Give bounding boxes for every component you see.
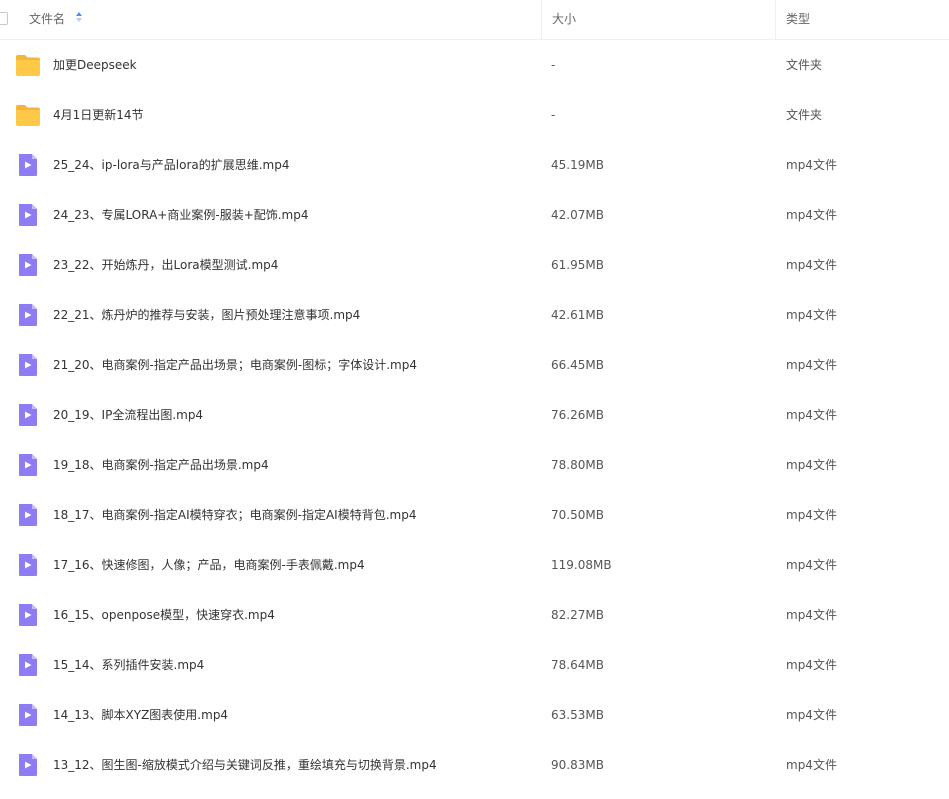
file-size: 78.64MB [551,658,604,672]
file-size: 63.53MB [551,708,604,722]
file-row[interactable]: 16_15、openpose模型，快速穿衣.mp4 82.27MB mp4文件 [0,590,949,640]
folder-icon [15,52,41,78]
file-size: 90.83MB [551,758,604,772]
file-type: mp4文件 [786,408,837,422]
file-list-header: 文件名 大小 类型 [0,0,949,40]
file-type: mp4文件 [786,358,837,372]
video-file-icon [15,702,41,728]
file-size: 66.45MB [551,358,604,372]
file-name[interactable]: 4月1日更新14节 [53,90,144,140]
video-file-icon [15,552,41,578]
file-row[interactable]: 22_21、炼丹炉的推荐与安装，图片预处理注意事项.mp4 42.61MB mp4文… [0,290,949,340]
file-row[interactable]: 14_13、脚本XYZ图表使用.mp4 63.53MB mp4文件 [0,690,949,740]
video-file-icon [15,402,41,428]
video-file-icon [15,602,41,628]
file-name[interactable]: 14_13、脚本XYZ图表使用.mp4 [53,690,228,740]
file-type: mp4文件 [786,558,837,572]
file-name[interactable]: 21_20、电商案例-指定产品出场景；电商案例-图标；字体设计.mp4 [53,340,417,390]
folder-row[interactable]: 加更Deepseek - 文件夹 [0,40,949,90]
video-file-icon [15,752,41,778]
file-name[interactable]: 24_23、专属LORA+商业案例-服装+配饰.mp4 [53,190,309,240]
column-header-name[interactable]: 文件名 [29,0,82,39]
file-type: mp4文件 [786,258,837,272]
file-size: - [551,58,556,72]
file-size: 42.61MB [551,308,604,322]
file-list: 文件名 大小 类型 加更Deepseek - 文件夹 4月1日更新14节 - 文件夹 2… [0,0,949,799]
file-name[interactable]: 17_16、快速修图，人像；产品，电商案例-手表佩戴.mp4 [53,540,365,590]
file-size: 119.08MB [551,558,612,572]
file-row[interactable]: 15_14、系列插件安装.mp4 78.64MB mp4文件 [0,640,949,690]
file-type: 文件夹 [786,58,823,72]
file-row[interactable]: 20_19、IP全流程出图.mp4 76.26MB mp4文件 [0,390,949,440]
file-type: mp4文件 [786,508,837,522]
video-file-icon [15,202,41,228]
folder-icon [15,102,41,128]
file-size: 78.80MB [551,458,604,472]
video-file-icon [15,252,41,278]
file-size: 76.26MB [551,408,604,422]
file-type: 文件夹 [786,108,823,122]
file-size: 42.07MB [551,208,604,222]
file-name[interactable]: 15_14、系列插件安装.mp4 [53,640,204,690]
column-header-name-label: 文件名 [29,12,66,26]
video-file-icon [15,152,41,178]
sort-icon[interactable] [75,0,82,38]
video-file-icon [15,502,41,528]
file-type: mp4文件 [786,458,837,472]
file-type: mp4文件 [786,208,837,222]
file-type: mp4文件 [786,708,837,722]
folder-row[interactable]: 4月1日更新14节 - 文件夹 [0,90,949,140]
file-name[interactable]: 23_22、开始炼丹，出Lora模型测试.mp4 [53,240,278,290]
file-name[interactable]: 25_24、ip-lora与产品lora的扩展思维.mp4 [53,140,290,190]
file-row[interactable]: 13_12、图生图-缩放模式介绍与关键词反推，重绘填充与切换背景.mp4 90.8… [0,740,949,790]
file-size: - [551,108,556,122]
file-name[interactable]: 13_12、图生图-缩放模式介绍与关键词反推，重绘填充与切换背景.mp4 [53,740,437,790]
file-name[interactable]: 20_19、IP全流程出图.mp4 [53,390,203,440]
file-row[interactable]: 17_16、快速修图，人像；产品，电商案例-手表佩戴.mp4 119.08MB mp… [0,540,949,590]
file-type: mp4文件 [786,658,837,672]
file-name[interactable]: 22_21、炼丹炉的推荐与安装，图片预处理注意事项.mp4 [53,290,360,340]
file-type: mp4文件 [786,308,837,322]
file-row[interactable]: 23_22、开始炼丹，出Lora模型测试.mp4 61.95MB mp4文件 [0,240,949,290]
video-file-icon [15,652,41,678]
column-header-size-label: 大小 [552,12,577,26]
file-row[interactable]: 19_18、电商案例-指定产品出场景.mp4 78.80MB mp4文件 [0,440,949,490]
select-all-checkbox[interactable] [0,12,8,25]
column-header-type-label: 类型 [786,12,811,26]
video-file-icon [15,452,41,478]
file-size: 82.27MB [551,608,604,622]
file-size: 70.50MB [551,508,604,522]
column-header-size[interactable]: 大小 [541,0,776,39]
file-row[interactable]: 18_17、电商案例-指定AI模特穿衣；电商案例-指定AI模特背包.mp4 70.… [0,490,949,540]
file-row[interactable]: 25_24、ip-lora与产品lora的扩展思维.mp4 45.19MB mp4文… [0,140,949,190]
file-name[interactable]: 19_18、电商案例-指定产品出场景.mp4 [53,440,269,490]
file-type: mp4文件 [786,758,837,772]
file-row[interactable]: 24_23、专属LORA+商业案例-服装+配饰.mp4 42.07MB mp4文件 [0,190,949,240]
file-row[interactable]: 21_20、电商案例-指定产品出场景；电商案例-图标；字体设计.mp4 66.45… [0,340,949,390]
file-name[interactable]: 加更Deepseek [53,40,137,90]
file-name[interactable]: 16_15、openpose模型，快速穿衣.mp4 [53,590,275,640]
file-size: 45.19MB [551,158,604,172]
file-name[interactable]: 18_17、电商案例-指定AI模特穿衣；电商案例-指定AI模特背包.mp4 [53,490,416,540]
video-file-icon [15,302,41,328]
file-rows: 加更Deepseek - 文件夹 4月1日更新14节 - 文件夹 25_24、ip-lo… [0,40,949,790]
file-type: mp4文件 [786,608,837,622]
file-type: mp4文件 [786,158,837,172]
file-size: 61.95MB [551,258,604,272]
column-header-type[interactable]: 类型 [775,0,949,39]
video-file-icon [15,352,41,378]
